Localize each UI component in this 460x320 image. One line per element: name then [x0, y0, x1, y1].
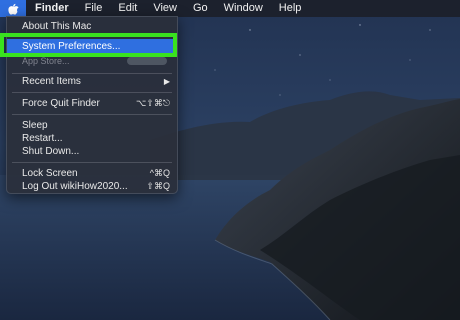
menu-window[interactable]: Window — [216, 0, 271, 17]
lock-screen-shortcut: ^⌘Q — [149, 167, 170, 178]
menu-item-label: About This Mac — [22, 20, 92, 32]
menu-edit[interactable]: Edit — [110, 0, 145, 17]
highlight-annotation — [0, 33, 177, 57]
menu-item-sleep[interactable]: Sleep — [7, 118, 177, 132]
apple-logo-icon — [7, 3, 19, 15]
menu-item-log-out[interactable]: Log Out wikiHow2020... ⇧⌘Q — [7, 179, 177, 193]
menu-file[interactable]: File — [77, 0, 111, 17]
menu-item-label: Sleep — [22, 119, 48, 131]
menu-item-label: Recent Items — [22, 75, 81, 87]
menu-go[interactable]: Go — [185, 0, 216, 17]
apple-menu-button[interactable] — [0, 0, 26, 17]
menu-separator — [12, 162, 172, 163]
menu-item-app-store-partial[interactable]: App Store... — [22, 56, 70, 66]
menu-item-label: Shut Down... — [22, 145, 80, 157]
app-store-badge — [127, 57, 167, 65]
menu-item-lock-screen[interactable]: Lock Screen ^⌘Q — [7, 166, 177, 180]
menu-item-label: Restart... — [22, 132, 63, 144]
force-quit-shortcut: ⌥⇧⌘⎋ — [135, 97, 170, 108]
menu-item-shut-down[interactable]: Shut Down... — [7, 144, 177, 158]
menu-item-label: Log Out wikiHow2020... — [22, 180, 128, 192]
menu-bar: Finder File Edit View Go Window Help — [0, 0, 460, 17]
submenu-arrow-icon: ▶ — [163, 76, 170, 86]
menu-item-recent-items[interactable]: Recent Items ▶ — [7, 74, 177, 88]
log-out-shortcut: ⇧⌘Q — [146, 180, 170, 191]
menu-help[interactable]: Help — [271, 0, 310, 17]
menu-item-label: Force Quit Finder — [22, 97, 100, 109]
menu-item-force-quit[interactable]: Force Quit Finder ⌥⇧⌘⎋ — [7, 96, 177, 110]
menu-separator — [12, 114, 172, 115]
menu-view[interactable]: View — [145, 0, 185, 17]
menu-separator — [12, 92, 172, 93]
menu-item-restart[interactable]: Restart... — [7, 131, 177, 145]
menu-item-about-this-mac[interactable]: About This Mac — [7, 19, 177, 33]
menu-item-label: Lock Screen — [22, 167, 78, 179]
menu-finder[interactable]: Finder — [26, 0, 77, 17]
